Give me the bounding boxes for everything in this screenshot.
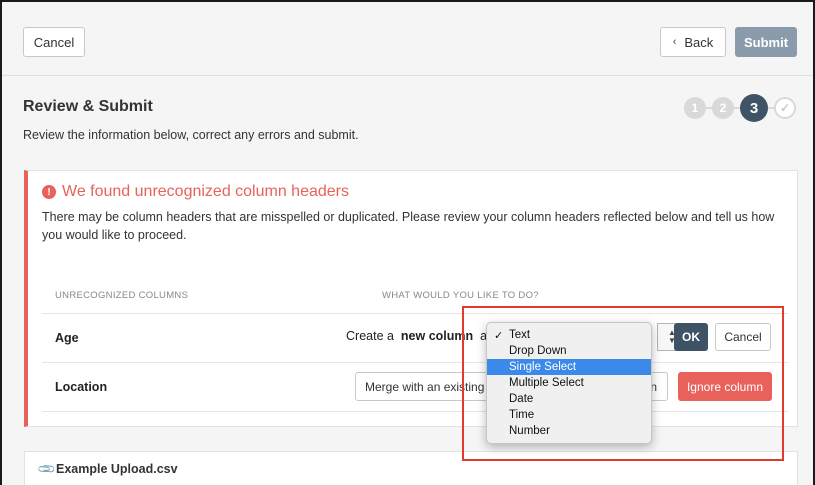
option-label: Single Select	[509, 361, 577, 373]
step-complete-check-icon: ✓	[774, 97, 796, 119]
ignore-column-button[interactable]: Ignore column	[678, 372, 772, 401]
top-bar: Cancel ‹ Back Submit	[2, 2, 813, 76]
submit-button[interactable]: Submit	[735, 27, 797, 57]
error-title-text: We found unrecognized column headers	[62, 183, 349, 200]
dropdown-option-single-select[interactable]: Single Select	[487, 359, 651, 375]
error-card: ! We found unrecognized column headers T…	[24, 170, 798, 427]
back-button[interactable]: ‹ Back	[660, 27, 726, 57]
option-label: Number	[509, 425, 550, 437]
option-label: Date	[509, 393, 534, 405]
cancel-button[interactable]: Cancel	[23, 27, 85, 57]
dropdown-option-drop-down[interactable]: Drop Down	[487, 343, 651, 359]
checkmark-icon: ✓	[494, 329, 504, 342]
column-type-dropdown: ✓ Text Drop Down Single Select Multiple …	[486, 322, 652, 444]
row-divider	[42, 313, 788, 314]
error-title: ! We found unrecognized column headers	[42, 183, 349, 201]
create-bold: new column	[400, 329, 474, 343]
dropdown-option-time[interactable]: Time	[487, 407, 651, 423]
row-divider	[42, 411, 788, 412]
option-label: Multiple Select	[509, 377, 584, 389]
create-prefix: Create a	[346, 329, 394, 343]
dropdown-option-multiple-select[interactable]: Multiple Select	[487, 375, 651, 391]
dropdown-option-date[interactable]: Date	[487, 391, 651, 407]
row-label-location: Location	[55, 380, 108, 394]
page-title: Review & Submit	[23, 98, 153, 115]
file-bar: 📎 Example Upload.csv	[24, 451, 798, 485]
option-label: Time	[509, 409, 535, 421]
dropdown-option-text[interactable]: ✓ Text	[487, 327, 651, 343]
option-label: Drop Down	[509, 345, 567, 357]
row-label-age: Age	[55, 331, 79, 345]
app-window: Cancel ‹ Back Submit Review & Submit Rev…	[0, 0, 815, 485]
chevron-left-icon: ‹	[672, 36, 677, 48]
row-cancel-button[interactable]: Cancel	[715, 323, 771, 351]
merge-select-text: Merge with an existing c	[365, 379, 494, 394]
exclamation-icon: !	[42, 185, 56, 199]
ok-button[interactable]: OK	[674, 323, 708, 351]
step-2: 2	[712, 97, 734, 119]
option-label: Text	[509, 329, 531, 341]
column-header-action: WHAT WOULD YOU LIKE TO DO?	[382, 290, 539, 301]
paperclip-icon: 📎	[36, 458, 57, 480]
create-column-text: Create a new column as	[346, 329, 493, 343]
page-subtitle: Review the information below, correct an…	[23, 128, 359, 142]
step-3-current: 3	[740, 94, 768, 122]
back-label: Back	[684, 34, 714, 50]
row-divider	[42, 362, 788, 363]
file-name: Example Upload.csv	[56, 462, 178, 476]
column-header-unrecognized: UNRECOGNIZED COLUMNS	[55, 290, 189, 301]
dropdown-option-number[interactable]: Number	[487, 423, 651, 439]
error-description: There may be column headers that are mis…	[42, 210, 775, 242]
step-1: 1	[684, 97, 706, 119]
